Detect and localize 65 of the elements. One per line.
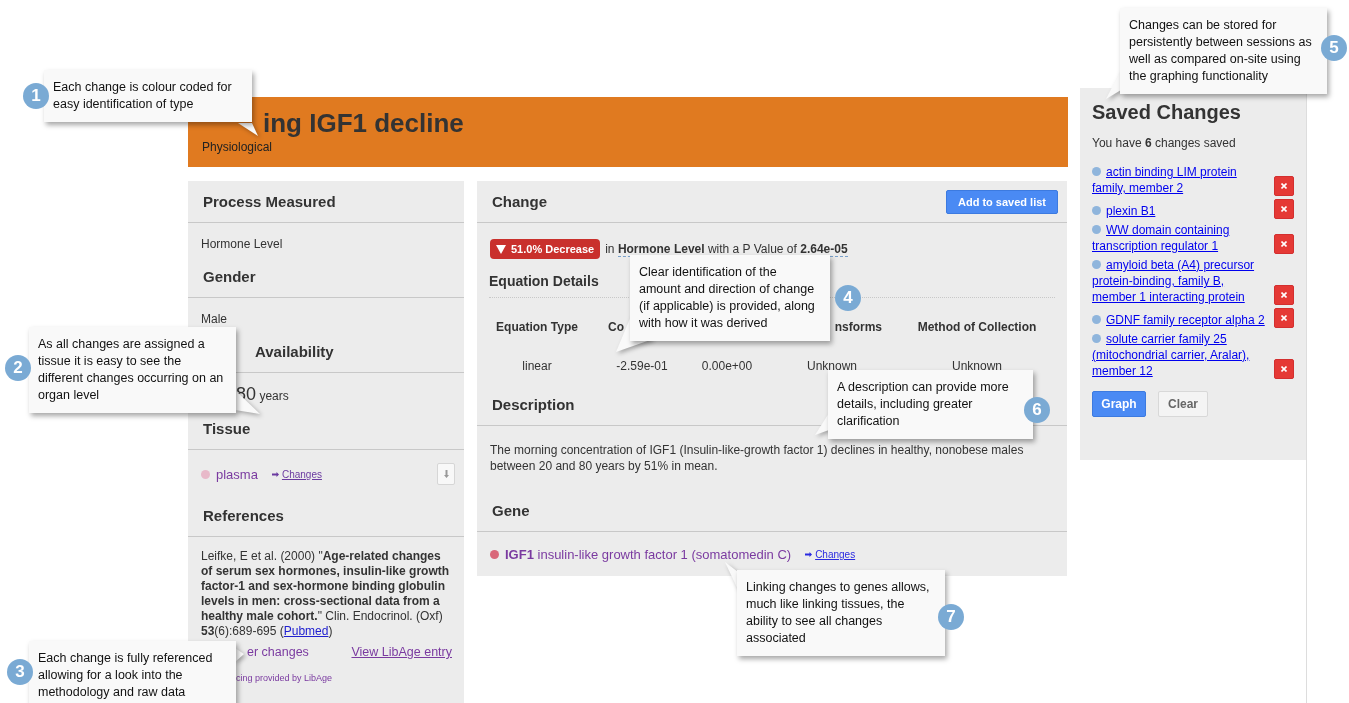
section-value: Hormone Level: [201, 237, 283, 252]
changes-link[interactable]: Changes: [271, 468, 322, 480]
down-triangle-icon: [496, 244, 506, 254]
saved-item-link[interactable]: plexin B1: [1092, 203, 1270, 219]
description-text: The morning concentration of IGF1 (Insulin-like-growth factor 1) declines in healthy, nonobese males between 20 and 80 years by 51% in mean.: [490, 442, 1025, 474]
section-heading: Process Measured: [188, 181, 464, 223]
saved-summary: You have 6 changes saved: [1092, 136, 1236, 150]
table-cell: 0.00e+00: [701, 359, 753, 374]
section-heading: References: [188, 493, 464, 537]
remove-button[interactable]: [1274, 199, 1294, 219]
download-button[interactable]: [437, 463, 455, 485]
section-heading: Gender: [188, 254, 464, 298]
step-number-badge: 7: [938, 604, 964, 630]
column-header: nsforms: [834, 320, 882, 335]
callout: Clear identification of the amount and direction of change (if applicable) is provided, along with how it was derived: [630, 255, 830, 341]
gene-link[interactable]: IGF1 insulin-like growth factor 1 (somatomedin C): [505, 547, 792, 562]
remove-button[interactable]: [1274, 308, 1294, 328]
step-number-badge: 1: [23, 83, 49, 109]
tissue-link[interactable]: plasma: [216, 466, 258, 482]
close-icon: [1281, 315, 1287, 321]
callout-pointer: [238, 123, 258, 136]
change-type: Physiological: [202, 140, 273, 154]
section-value: Male: [201, 312, 227, 327]
clear-button[interactable]: Clear: [1158, 391, 1208, 417]
change-badge: 51.0% Decrease: [490, 239, 601, 259]
step-number-badge: 5: [1321, 35, 1347, 61]
table-cell: -2.59e-01: [616, 359, 668, 374]
arrow-icon: [805, 552, 813, 557]
table-cell: linear: [522, 359, 552, 374]
remove-button[interactable]: [1274, 285, 1294, 305]
other-changes-link[interactable]: er changes: [247, 645, 309, 659]
arrow-icon: [271, 471, 279, 477]
section-heading: Gene: [477, 488, 1067, 532]
close-icon: [1281, 292, 1287, 298]
saved-item-link[interactable]: amyloid beta (A4) precursor protein-binding, family B, member 1 interacting protein: [1092, 257, 1270, 305]
column-header: Method of Collection: [917, 320, 1037, 335]
callout: Each change is colour coded for easy identification of type: [44, 70, 252, 122]
close-icon: [1281, 241, 1287, 247]
saved-item-link[interactable]: GDNF family receptor alpha 2: [1092, 312, 1270, 328]
callout: Each change is fully referenced allowing for a look into the methodology and raw data: [29, 641, 236, 703]
age-unit: years: [259, 389, 289, 404]
saved-item-link[interactable]: solute carrier family 25 (mitochondrial carrier, Aralar), member 12: [1092, 331, 1270, 379]
callout: A description can provide more details, including greater clarification: [828, 370, 1033, 439]
panel-title: Saved Changes: [1092, 100, 1241, 124]
column-header: Co: [608, 320, 624, 335]
close-icon: [1281, 366, 1287, 372]
column-header: Equation Type: [496, 320, 578, 335]
remove-button[interactable]: [1274, 176, 1294, 196]
page-title: ing IGF1 decline: [263, 108, 464, 138]
remove-button[interactable]: [1274, 234, 1294, 254]
changes-link[interactable]: Changes: [805, 549, 856, 560]
callout: As all changes are assigned a tissue it is easy to see the different changes occurring on an organ level: [29, 327, 236, 413]
section-heading: Change: [492, 193, 547, 210]
remove-button[interactable]: [1274, 359, 1294, 379]
saved-item-link[interactable]: actin binding LIM protein family, member 2: [1092, 164, 1270, 196]
step-number-badge: 3: [7, 659, 33, 685]
close-icon: [1281, 206, 1287, 212]
libage-link[interactable]: View LibAge entry: [351, 645, 452, 659]
close-icon: [1281, 183, 1287, 189]
step-number-badge: 2: [5, 355, 31, 381]
sourcing-note: cing provided by LibAge: [235, 672, 334, 683]
callout: Linking changes to genes allows, much like linking tissues, the ability to see all changes associated: [737, 570, 945, 656]
arrow-down-icon: [443, 470, 449, 478]
citation-text: Leifke, E et al. (2000) "Age-related changes of serum sex hormones, insulin-like growth factor-1 and sex-hormone binding globulin levels in men: cross-sectional data from a healthy male cohort." Clin. Endocrinol. (Oxf) 53(6):689-695 (Pubmed): [200, 548, 451, 639]
callout: Changes can be stored for persistently between sessions as well as compared on-site using the graphing functionality: [1120, 8, 1327, 94]
